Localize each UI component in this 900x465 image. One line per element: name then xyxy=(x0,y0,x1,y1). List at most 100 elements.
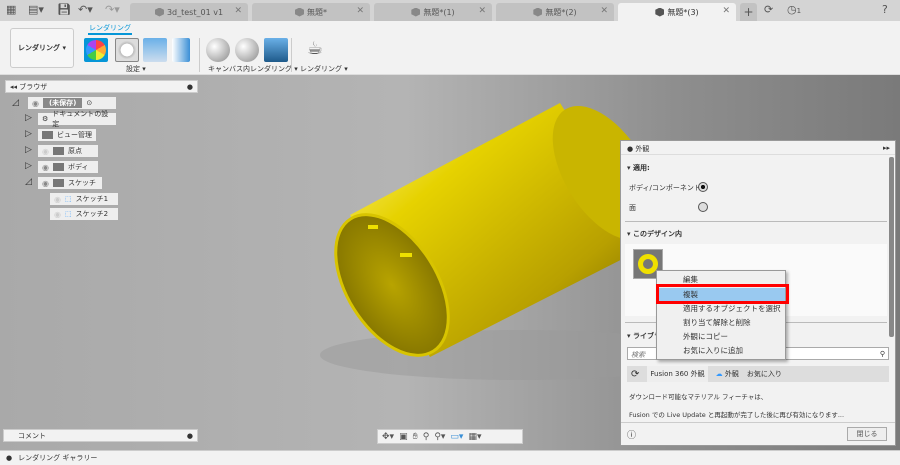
eye-icon[interactable]: ◉ xyxy=(32,99,39,108)
tab-untitled[interactable]: 無題* ✕ xyxy=(252,3,370,21)
close-icon[interactable]: ✕ xyxy=(356,6,364,16)
folder-icon xyxy=(52,147,64,155)
tab-cloud-appearances[interactable]: ☁ 外観 xyxy=(716,369,739,379)
expand-triangle-icon[interactable]: ▷ xyxy=(25,113,32,123)
fit-icon[interactable]: ⚲▾ xyxy=(434,432,445,442)
display-settings-icon[interactable]: ▭▾ xyxy=(450,432,463,442)
tab-untitled-1[interactable]: 無題*(1) ✕ xyxy=(374,3,492,21)
folder-icon xyxy=(52,163,64,171)
dialog-icon: ● xyxy=(627,145,634,153)
tab-rendering[interactable]: レンダリング xyxy=(88,23,132,35)
redo-icon[interactable]: ↷▾ xyxy=(105,3,120,16)
sketch-icon: ⬚ xyxy=(64,195,72,203)
tab-untitled-3[interactable]: 無題*(3) ✕ xyxy=(618,3,736,21)
browser-item-sketch1[interactable]: ◉ ⬚ スケッチ1 xyxy=(50,193,118,205)
zoom-icon[interactable]: ⚲ xyxy=(423,432,430,442)
pin-icon[interactable]: ● xyxy=(187,83,193,91)
workspace-switcher[interactable]: レンダリング ▾ xyxy=(10,28,74,68)
menu-item-add-favorite[interactable]: お気に入りに追加 xyxy=(657,344,785,357)
gallery-icon: ● xyxy=(6,454,13,462)
folder-icon xyxy=(52,179,64,187)
expand-triangle-icon[interactable]: ▷ xyxy=(25,161,32,171)
expand-triangle-icon[interactable]: ▷ xyxy=(25,145,32,155)
eye-hidden-icon[interactable]: ◉ xyxy=(54,195,61,204)
close-icon[interactable]: ✕ xyxy=(600,6,608,16)
close-button[interactable]: 閉じる xyxy=(847,427,887,441)
decal-icon[interactable] xyxy=(172,38,190,62)
help-icon[interactable]: ? xyxy=(882,3,888,16)
body-component-radio[interactable] xyxy=(698,182,708,192)
extensions-icon[interactable]: ⟳ xyxy=(764,3,773,16)
tab-untitled-2[interactable]: 無題*(2) ✕ xyxy=(496,3,614,21)
tab-bar: ▦ ▤▾ 💾︎ ↶▾ ↷▾ 3d_test_01 v1 ✕ 無題* ✕ 無題*(1)… xyxy=(0,0,900,21)
face-radio[interactable] xyxy=(698,202,708,212)
collapse-icon[interactable]: ◂◂ xyxy=(10,83,19,91)
engraving xyxy=(400,253,412,257)
gold-ring-thumbnail xyxy=(638,254,658,274)
browser-header[interactable]: ◂◂ ブラウザ ● xyxy=(5,80,198,93)
browser-item-named-views[interactable]: ビュー管理 xyxy=(38,129,96,141)
grid-icon[interactable]: ▦▾ xyxy=(468,432,481,442)
menu-item-unassign-delete[interactable]: 割り当て解除と削除 xyxy=(657,316,785,329)
tab-3d-test[interactable]: 3d_test_01 v1 ✕ xyxy=(130,3,248,21)
appearance-icon[interactable] xyxy=(84,38,108,62)
browser-item-origin[interactable]: ◉ 原点 xyxy=(38,145,98,157)
dialog-header[interactable]: ● 外観 ▸▸ xyxy=(621,141,895,155)
pan-icon[interactable]: ✋︎ xyxy=(413,432,418,442)
info-icon[interactable]: ⓘ xyxy=(627,428,636,441)
design-section-header[interactable]: ▾ このデザイン内 xyxy=(627,229,682,239)
menu-item-copy-to-appearance[interactable]: 外観にコピー xyxy=(657,330,785,343)
tab-fusion-appearances[interactable]: Fusion 360 外観 xyxy=(647,366,708,382)
apps-grid-icon[interactable]: ▦ xyxy=(6,3,16,16)
browser-root[interactable]: ◉ (未保存) ⊙ xyxy=(28,97,116,109)
close-icon[interactable]: ✕ xyxy=(234,6,242,16)
new-tab-button[interactable]: + xyxy=(740,3,757,21)
section-label: 適用: xyxy=(632,164,650,172)
scene-settings-icon[interactable] xyxy=(115,38,139,62)
teapot-render-icon[interactable]: ☕︎ xyxy=(307,38,323,59)
apply-section-header[interactable]: ▾ 適用: xyxy=(627,163,650,173)
item-label: スケッチ2 xyxy=(75,210,109,218)
tab-favorites[interactable]: お気に入り xyxy=(747,369,782,379)
comments-header[interactable]: コメント ● xyxy=(3,429,198,442)
rendering-gallery-bar[interactable]: ● レンダリング ギャラリー xyxy=(0,450,900,465)
look-at-icon[interactable]: ▣ xyxy=(399,432,408,442)
expand-triangle-icon[interactable]: ▷ xyxy=(25,129,32,139)
close-icon[interactable]: ✕ xyxy=(478,6,486,16)
folder-icon xyxy=(42,131,53,139)
eye-icon[interactable]: ◉ xyxy=(42,163,49,172)
render-group-label[interactable]: レンダリング ▾ xyxy=(300,64,348,74)
settings-group-label[interactable]: 設定 ▾ xyxy=(126,64,146,74)
render-settings-icon[interactable] xyxy=(235,38,259,62)
browser-item-bodies[interactable]: ◉ ボディ xyxy=(38,161,98,173)
close-icon[interactable]: ✕ xyxy=(722,6,730,16)
item-label: ドキュメントの設定 xyxy=(52,110,109,128)
undo-icon[interactable]: ↶▾ xyxy=(78,3,93,16)
eye-hidden-icon[interactable]: ◉ xyxy=(54,210,61,219)
search-icon[interactable]: ⚲ xyxy=(880,350,885,358)
job-status-icon[interactable]: ◷1 xyxy=(787,3,801,16)
highlight-callout xyxy=(656,284,789,304)
texture-map-icon[interactable] xyxy=(143,38,167,62)
refresh-icon[interactable]: ⟳ xyxy=(631,369,639,380)
add-comment-icon[interactable]: ● xyxy=(187,432,193,440)
eye-icon[interactable]: ◉ xyxy=(42,179,49,188)
in-canvas-render-icon[interactable] xyxy=(206,38,230,62)
file-icon[interactable]: ▤▾ xyxy=(28,3,44,16)
collapse-triangle-icon[interactable]: ◿ xyxy=(12,98,19,108)
orbit-icon[interactable]: ✥▾ xyxy=(382,432,394,442)
in-canvas-group-label[interactable]: キャンバス内レンダリング ▾ xyxy=(208,64,298,74)
capture-image-icon[interactable] xyxy=(264,38,288,62)
body-component-label: ボディ/コンポーネント xyxy=(629,184,701,192)
gear-icon: ⚙ xyxy=(42,115,49,123)
expand-icon[interactable]: ▸▸ xyxy=(883,144,890,152)
browser-item-document-settings[interactable]: ⚙ ドキュメントの設定 xyxy=(38,110,116,128)
active-radio-icon[interactable]: ⊙ xyxy=(86,99,92,107)
browser-item-sketch2[interactable]: ◉ ⬚ スケッチ2 xyxy=(50,208,118,220)
document-icon xyxy=(533,7,543,17)
scrollbar[interactable] xyxy=(889,157,894,337)
browser-item-sketches[interactable]: ◉ スケッチ xyxy=(38,177,102,189)
eye-hidden-icon[interactable]: ◉ xyxy=(42,147,49,156)
collapse-triangle-icon[interactable]: ◿ xyxy=(25,177,32,187)
save-icon[interactable]: 💾︎ xyxy=(57,3,71,16)
